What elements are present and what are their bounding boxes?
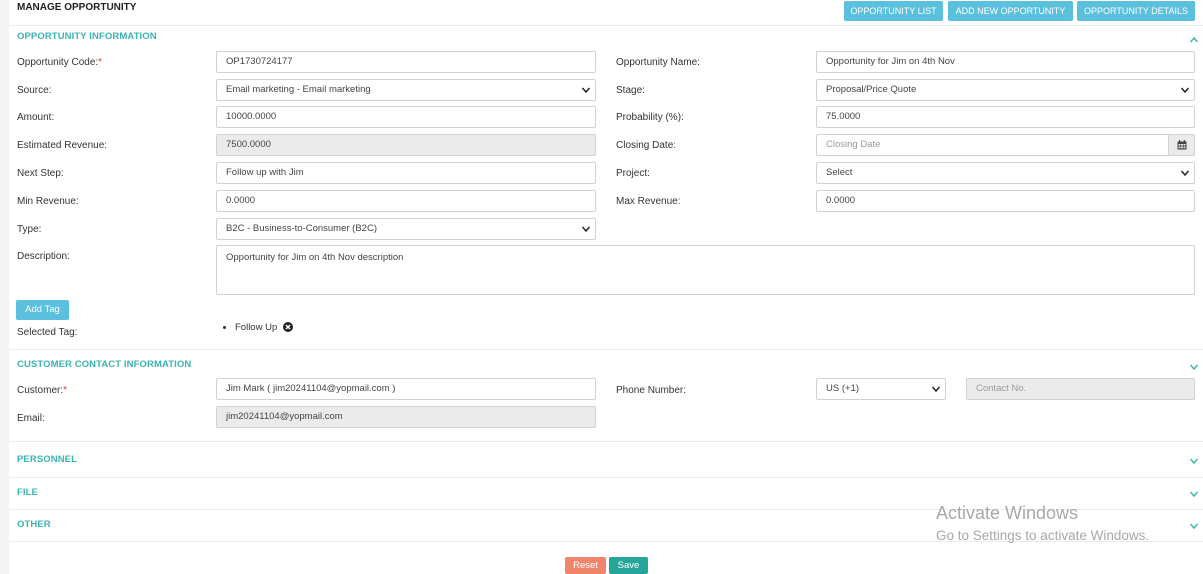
description-label: Description: <box>17 251 70 262</box>
opportunity-list-button[interactable]: OPPORTUNITY LIST <box>844 1 943 21</box>
probability-label: Probability (%): <box>616 112 684 123</box>
max-revenue-input[interactable]: 0.0000 <box>816 190 1195 212</box>
next-step-input[interactable]: Follow up with Jim <box>216 162 596 184</box>
phone-number-label: Phone Number: <box>616 385 687 396</box>
source-value: Email marketing - Email marketing <box>226 84 371 95</box>
reset-button[interactable]: Reset <box>565 557 606 574</box>
type-select[interactable]: B2C - Business-to-Consumer (B2C) <box>216 218 596 240</box>
opportunity-code-label: Opportunity Code:* <box>17 57 103 68</box>
country-code-value: US (+1) <box>826 383 859 394</box>
project-value: Select <box>826 167 853 178</box>
customer-label: Customer:* <box>17 385 68 396</box>
email-input: jim20241104@yopmail.com <box>216 406 596 428</box>
chevron-down-icon[interactable] <box>1189 521 1203 533</box>
source-select[interactable]: Email marketing - Email marketing <box>216 79 596 101</box>
min-revenue-input[interactable]: 0.0000 <box>216 190 596 212</box>
amount-input[interactable]: 10000.0000 <box>216 106 596 128</box>
project-label: Project: <box>616 168 650 179</box>
divider <box>9 441 1203 442</box>
calendar-icon <box>1177 140 1187 150</box>
calendar-button[interactable] <box>1168 135 1194 155</box>
amount-label: Amount: <box>17 112 55 123</box>
chevron-down-icon[interactable] <box>1189 362 1203 374</box>
manage-opportunity-page: MANAGE OPPORTUNITY OPPORTUNITY LIST ADD … <box>9 0 1203 574</box>
description-textarea[interactable]: Opportunity for Jim on 4th Nov descripti… <box>216 245 1195 295</box>
estimated-revenue-input: 7500.0000 <box>216 134 596 156</box>
section-title-opportunity-information[interactable]: OPPORTUNITY INFORMATION <box>17 31 157 42</box>
customer-input[interactable]: Jim Mark ( jim20241104@yopmail.com ) <box>216 378 596 400</box>
estimated-revenue-label: Estimated Revenue: <box>17 140 108 151</box>
chevron-down-icon <box>1180 87 1190 94</box>
chevron-down-icon <box>581 87 591 94</box>
section-title-personnel[interactable]: PERSONNEL <box>17 454 77 465</box>
add-new-opportunity-button[interactable]: ADD NEW OPPORTUNITY <box>948 1 1073 21</box>
chevron-up-icon[interactable] <box>1189 35 1203 47</box>
add-tag-button[interactable]: Add Tag <box>16 300 69 320</box>
chevron-down-icon <box>581 226 591 233</box>
stage-label: Stage: <box>616 85 645 96</box>
opportunity-code-input[interactable]: OP1730724177 <box>216 51 596 73</box>
chevron-down-icon[interactable] <box>1189 456 1203 468</box>
divider <box>9 477 1203 478</box>
section-title-file[interactable]: FILE <box>17 487 38 498</box>
selected-tag-label: Selected Tag: <box>17 327 78 338</box>
source-label: Source: <box>17 85 52 96</box>
section-title-other[interactable]: OTHER <box>17 519 51 530</box>
probability-input[interactable]: 75.0000 <box>816 106 1195 128</box>
email-label: Email: <box>17 413 45 424</box>
stage-value: Proposal/Price Quote <box>826 84 917 95</box>
activate-windows-watermark: Activate Windows <box>936 503 1079 523</box>
max-revenue-label: Max Revenue: <box>616 196 681 207</box>
closing-date-input[interactable]: Closing Date <box>816 134 1195 156</box>
min-revenue-label: Min Revenue: <box>17 196 79 207</box>
opportunity-name-input[interactable]: Opportunity for Jim on 4th Nov <box>816 51 1195 73</box>
closing-date-placeholder: Closing Date <box>826 139 881 150</box>
closing-date-label: Closing Date: <box>616 140 677 151</box>
chevron-down-icon <box>931 386 941 393</box>
type-value: B2C - Business-to-Consumer (B2C) <box>226 223 377 234</box>
stage-select[interactable]: Proposal/Price Quote <box>816 79 1195 101</box>
divider <box>9 25 1203 26</box>
divider <box>9 349 1203 350</box>
contact-number-input[interactable]: Contact No. <box>966 378 1195 400</box>
project-select[interactable]: Select <box>816 162 1195 184</box>
chevron-down-icon <box>1180 170 1190 177</box>
save-button[interactable]: Save <box>609 557 648 574</box>
activate-windows-hint: Go to Settings to activate Windows. <box>936 528 1150 543</box>
opportunity-details-button[interactable]: OPPORTUNITY DETAILS <box>1077 1 1195 21</box>
section-title-customer-contact-information[interactable]: CUSTOMER CONTACT INFORMATION <box>17 359 191 370</box>
country-code-select[interactable]: US (+1) <box>816 378 946 400</box>
type-label: Type: <box>17 224 42 235</box>
next-step-label: Next Step: <box>17 168 64 179</box>
page-title: MANAGE OPPORTUNITY <box>17 2 137 13</box>
chevron-down-icon[interactable] <box>1189 489 1203 501</box>
tag-item: Follow Up <box>223 322 293 333</box>
opportunity-name-label: Opportunity Name: <box>616 57 700 68</box>
tag-label: Follow Up <box>235 322 278 333</box>
remove-tag-icon[interactable] <box>282 322 293 333</box>
bullet <box>223 325 226 329</box>
